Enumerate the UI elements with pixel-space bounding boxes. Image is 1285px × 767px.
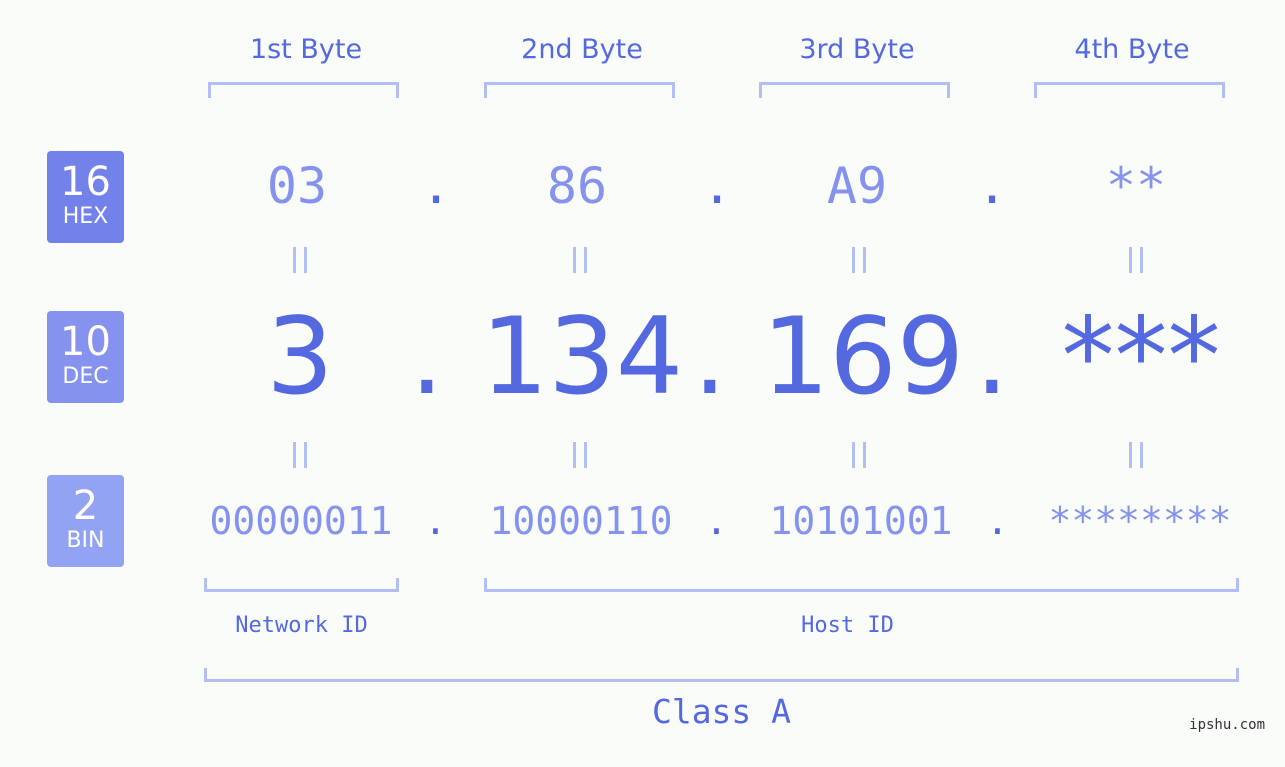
dec-byte-3: 169 bbox=[761, 295, 965, 418]
bin-byte-4: ******** bbox=[1048, 499, 1232, 543]
byte-bracket-2 bbox=[484, 82, 675, 98]
dec-separator: . bbox=[693, 295, 727, 418]
equals-icon bbox=[852, 247, 866, 273]
bin-badge-label: BIN bbox=[66, 528, 105, 553]
dec-separator: . bbox=[410, 295, 444, 418]
byte-bracket-1 bbox=[208, 82, 399, 98]
network-id-bracket bbox=[204, 578, 399, 592]
byte-bracket-3 bbox=[759, 82, 950, 98]
hex-badge-number: 16 bbox=[60, 159, 111, 205]
byte-header-1: 1st Byte bbox=[249, 34, 363, 65]
bin-byte-2: 10000110 bbox=[489, 499, 673, 543]
hex-badge-label: HEX bbox=[62, 204, 109, 229]
bin-byte-1: 00000011 bbox=[209, 499, 393, 543]
bin-badge: 2 BIN bbox=[47, 475, 124, 567]
bin-byte-3: 10101001 bbox=[769, 499, 953, 543]
hex-byte-3: A9 bbox=[826, 157, 888, 215]
dec-badge-number: 10 bbox=[60, 319, 111, 365]
hex-separator: . bbox=[977, 157, 1008, 215]
hex-byte-1: 03 bbox=[266, 157, 328, 215]
dec-badge: 10 DEC bbox=[47, 311, 124, 403]
host-id-label: Host ID bbox=[801, 613, 894, 638]
equals-icon bbox=[573, 442, 587, 468]
bin-separator: . bbox=[705, 499, 728, 543]
bin-separator: . bbox=[986, 499, 1009, 543]
watermark: ipshu.com bbox=[1189, 717, 1265, 733]
dec-byte-2: 134 bbox=[480, 295, 684, 418]
dec-separator: . bbox=[975, 295, 1009, 418]
network-id-label: Network ID bbox=[235, 613, 368, 638]
dec-badge-label: DEC bbox=[62, 364, 109, 389]
hex-byte-4: ** bbox=[1105, 157, 1167, 215]
equals-icon bbox=[852, 442, 866, 468]
dec-byte-1: 3 bbox=[266, 295, 334, 418]
hex-separator: . bbox=[702, 157, 733, 215]
host-id-bracket bbox=[484, 578, 1239, 592]
bin-separator: . bbox=[424, 499, 447, 543]
class-label: Class A bbox=[651, 692, 792, 731]
byte-bracket-4 bbox=[1034, 82, 1225, 98]
equals-icon bbox=[293, 247, 307, 273]
byte-header-3: 3rd Byte bbox=[799, 34, 915, 65]
byte-header-2: 2nd Byte bbox=[521, 34, 643, 65]
byte-header-4: 4th Byte bbox=[1074, 34, 1190, 65]
hex-separator: . bbox=[421, 157, 452, 215]
equals-icon bbox=[1129, 247, 1143, 273]
hex-byte-2: 86 bbox=[546, 157, 608, 215]
hex-badge: 16 HEX bbox=[47, 151, 124, 243]
equals-icon bbox=[1129, 442, 1143, 468]
bin-badge-number: 2 bbox=[72, 483, 99, 529]
class-bracket bbox=[204, 668, 1239, 682]
equals-icon bbox=[573, 247, 587, 273]
equals-icon bbox=[293, 442, 307, 468]
dec-byte-4: *** bbox=[1061, 295, 1221, 418]
